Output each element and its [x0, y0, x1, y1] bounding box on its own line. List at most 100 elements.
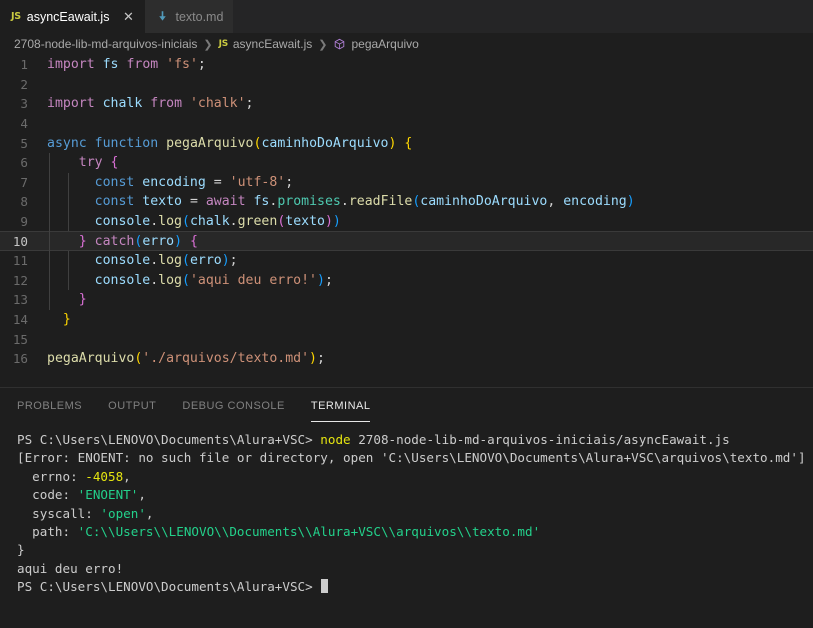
line-number: 1	[20, 57, 28, 73]
code-token: log	[158, 272, 182, 288]
code-line[interactable]: 4	[0, 114, 813, 134]
code-token: log	[158, 214, 182, 230]
terminal-text: }	[17, 542, 25, 558]
code-token: pegaArquivo	[47, 351, 135, 367]
code-line[interactable]: 8 const texto = await fs.promises.readFi…	[0, 192, 813, 212]
code-line[interactable]: 9 console.log(chalk.green(texto))	[0, 212, 813, 232]
code-token: fs	[253, 194, 270, 210]
terminal-text: 'ENOENT'	[77, 487, 139, 503]
code-token: ;	[316, 351, 325, 367]
code-token: ;	[324, 272, 333, 288]
terminal-line: path: 'C:\\Users\\LENOVO\\Documents\\Alu…	[17, 523, 813, 541]
code-line[interactable]: 14 }	[0, 310, 813, 330]
tab-texto-md[interactable]: texto.md	[145, 0, 234, 33]
terminal-text: 'open'	[100, 505, 146, 521]
code-token: )	[174, 233, 183, 249]
panel-tab-output[interactable]: OUTPUT	[108, 388, 156, 423]
breadcrumb-item-symbol[interactable]: pegaArquivo	[333, 37, 419, 51]
code-token: {	[110, 155, 119, 171]
panel-tab-bar: PROBLEMS OUTPUT DEBUG CONSOLE TERMINAL	[0, 388, 813, 423]
code-line-text: console.log(chalk.green(texto))	[47, 214, 341, 229]
terminal-output[interactable]: PS C:\Users\LENOVO\Documents\Alura+VSC> …	[0, 423, 813, 628]
tab-label: asyncEawait.js	[26, 9, 110, 24]
code-token: =	[205, 174, 230, 190]
code-line[interactable]: 6 try {	[0, 153, 813, 173]
code-token: 'chalk'	[189, 96, 246, 112]
close-icon[interactable]: ✕	[121, 10, 135, 24]
code-token: erro	[189, 253, 222, 269]
code-token: encoding	[563, 194, 627, 210]
code-line[interactable]: 15	[0, 329, 813, 349]
code-line[interactable]: 10 } catch(erro) {	[0, 231, 813, 251]
code-line[interactable]: 13 }	[0, 290, 813, 310]
terminal-line: [Error: ENOENT: no such file or director…	[17, 449, 813, 467]
terminal-line: aqui deu erro!	[17, 560, 813, 578]
code-line[interactable]: 12 console.log('aqui deu erro!');	[0, 271, 813, 291]
code-line[interactable]: 2	[0, 75, 813, 95]
code-lines-container: 1 import fs from 'fs'; 2 3 import chalk from…	[0, 55, 813, 369]
code-token: 'fs'	[166, 57, 198, 73]
code-token: async	[47, 135, 87, 151]
line-number: 6	[20, 155, 28, 171]
line-number: 16	[12, 351, 28, 367]
tab-label: texto.md	[175, 9, 224, 24]
code-line-text: const encoding = 'utf-8';	[47, 174, 294, 190]
editor-tab-bar: JS asyncEawait.js ✕ texto.md	[0, 0, 813, 33]
code-line[interactable]: 7 const encoding = 'utf-8';	[0, 173, 813, 193]
code-token: .	[150, 272, 159, 288]
js-file-icon: JS	[11, 11, 21, 22]
terminal-text: [Error: ENOENT: no such file or director…	[17, 450, 813, 466]
breadcrumb-separator-icon: ❯	[318, 38, 328, 51]
code-line[interactable]: 11 console.log(erro);	[0, 251, 813, 271]
code-token: from	[150, 96, 183, 112]
terminal-text: ,	[138, 487, 146, 503]
breadcrumb-item-folder[interactable]: 2708-node-lib-md-arquivos-iniciais	[14, 37, 197, 51]
breadcrumb-item-file[interactable]: JS asyncEawait.js	[219, 37, 313, 51]
code-token: caminhoDoArquivo	[420, 194, 548, 210]
line-number: 13	[12, 292, 28, 308]
code-token: 'aqui deu erro!'	[189, 272, 317, 288]
line-number: 4	[20, 116, 28, 132]
code-line-text: console.log(erro);	[47, 253, 238, 268]
terminal-line: errno: -4058,	[17, 468, 813, 486]
breadcrumb-separator-icon: ❯	[203, 38, 213, 51]
panel-tab-problems[interactable]: PROBLEMS	[17, 388, 82, 423]
code-token: chalk	[102, 96, 143, 112]
code-token: .	[229, 214, 238, 230]
code-line[interactable]: 16 pegaArquivo('./arquivos/texto.md');	[0, 349, 813, 369]
code-line[interactable]: 1 import fs from 'fs';	[0, 55, 813, 75]
code-line[interactable]: 3 import chalk from 'chalk';	[0, 94, 813, 114]
code-token: caminhoDoArquivo	[261, 135, 389, 151]
panel-tab-terminal[interactable]: TERMINAL	[310, 388, 371, 423]
line-number: 10	[12, 233, 28, 249]
line-number: 8	[20, 194, 28, 210]
code-line[interactable]: 5 async function pegaArquivo(caminhoDoArq…	[0, 133, 813, 153]
panel-tab-debug-console[interactable]: DEBUG CONSOLE	[182, 388, 284, 423]
tab-bar-empty-space	[233, 0, 813, 33]
line-number: 12	[12, 272, 28, 288]
code-token: .	[150, 214, 159, 230]
terminal-line: }	[17, 541, 813, 559]
code-token: const	[94, 174, 135, 190]
code-token: ;	[245, 96, 254, 112]
tab-asyncEawait-js[interactable]: JS asyncEawait.js ✕	[0, 0, 146, 33]
terminal-text: code:	[17, 487, 78, 503]
code-token: 'utf-8'	[229, 174, 286, 190]
markdown-file-icon	[156, 10, 169, 23]
code-editor[interactable]: 1 import fs from 'fs'; 2 3 import chalk from…	[0, 55, 813, 387]
code-line-text: }	[47, 312, 71, 327]
line-number: 5	[20, 135, 28, 151]
terminal-line: PS C:\Users\LENOVO\Documents\Alura+VSC> …	[17, 431, 813, 449]
code-token: (	[182, 272, 190, 288]
code-token: }	[78, 292, 87, 308]
